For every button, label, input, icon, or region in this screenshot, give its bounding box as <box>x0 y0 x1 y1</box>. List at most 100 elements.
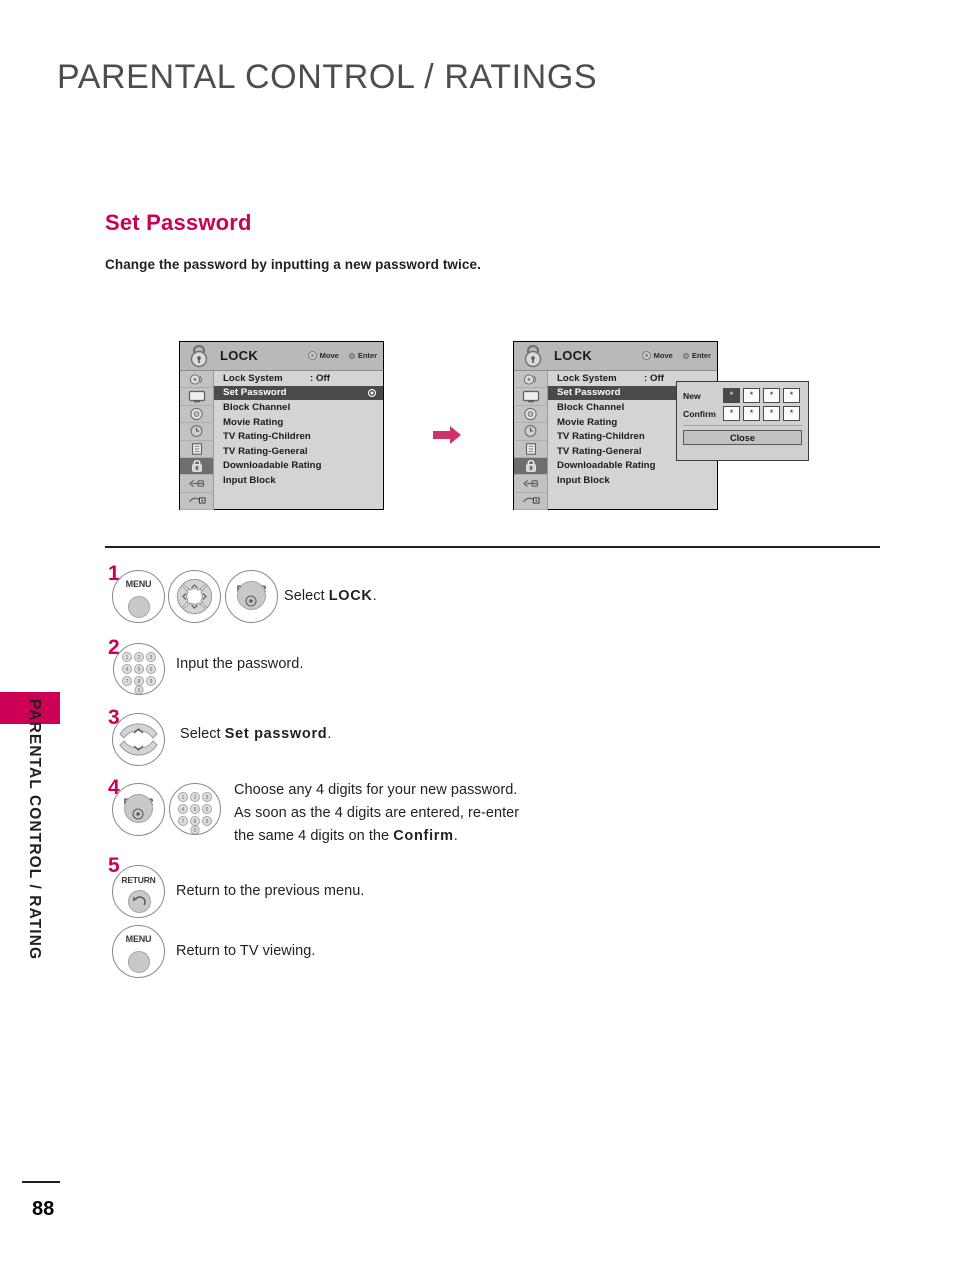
menu-button[interactable]: MENU <box>112 925 165 978</box>
dpad-button[interactable] <box>168 570 221 623</box>
dpad-icon <box>176 578 213 615</box>
menu-item-value: : Off <box>644 372 664 384</box>
audio-icon[interactable] <box>180 371 213 389</box>
menu-button-label: MENU <box>125 579 152 589</box>
menu-item-input-block[interactable]: Input Block <box>214 473 383 488</box>
return-button[interactable]: RETURN <box>112 865 165 918</box>
lock-icon <box>524 345 542 368</box>
osd-hint-move-label: Move <box>319 351 339 360</box>
enter-button[interactable]: ENTER <box>112 783 165 836</box>
password-new-cell-2[interactable]: * <box>743 388 760 403</box>
step-4-line-3-pre: the same 4 digits on the <box>234 828 394 844</box>
osd-menu-list: Lock System : Off Set Password Block Cha… <box>214 371 383 510</box>
password-new-cell-1[interactable]: * <box>723 388 740 403</box>
setup-gear-icon[interactable] <box>514 406 547 424</box>
svg-text:6: 6 <box>206 807 209 813</box>
step-3-text-pre: Select <box>180 726 225 742</box>
svg-text:6: 6 <box>150 667 153 673</box>
footer-rule <box>22 1181 60 1183</box>
osd-lock-menu-before: LOCK Move Enter Lock System: Off Set Pa… <box>179 341 384 511</box>
svg-text:0: 0 <box>138 688 141 694</box>
lock-icon[interactable] <box>514 457 547 476</box>
password-new-cell-3[interactable]: * <box>763 388 780 403</box>
picture-icon[interactable] <box>180 388 213 406</box>
menu-item-tv-rating-general[interactable]: TV Rating-General <box>214 444 383 459</box>
enter-button[interactable]: ENTER <box>225 570 278 623</box>
step-2-text: Input the password. <box>176 653 304 676</box>
osd-hint-move: Move <box>307 351 339 360</box>
svg-text:0: 0 <box>194 828 197 834</box>
password-confirm-cell-3[interactable]: * <box>763 406 780 421</box>
content-divider <box>105 546 880 548</box>
menu-item-downloadable-rating[interactable]: Downloadable Rating <box>214 459 383 474</box>
password-confirm-cell-4[interactable]: * <box>783 406 800 421</box>
menu-item-input-block[interactable]: Input Block <box>548 473 717 488</box>
number-keypad-button[interactable]: 1 2 3 4 5 6 7 8 9 0 <box>113 643 165 695</box>
menu-item-label: Set Password <box>557 387 621 399</box>
step-4-line-2: As soon as the 4 digits are entered, re-… <box>234 805 520 821</box>
radio-indicator-icon <box>368 388 376 397</box>
step-4-text: Choose any 4 digits for your new passwor… <box>234 779 564 848</box>
page-number: 88 <box>32 1198 55 1220</box>
option-icon[interactable] <box>180 441 213 458</box>
menu-item-set-password[interactable]: Set Password <box>214 385 383 401</box>
input-icon[interactable] <box>180 475 213 493</box>
number-keypad-icon: 1 2 3 4 5 6 7 8 9 0 <box>177 791 213 834</box>
password-confirm-row: Confirm * * * * <box>683 406 802 421</box>
menu-item-label: Movie Rating <box>557 416 618 428</box>
number-keypad-icon: 1 2 3 4 5 6 7 8 9 0 <box>121 651 157 694</box>
menu-item-label: Block Channel <box>557 401 625 413</box>
number-keypad-button[interactable]: 1 2 3 4 5 6 7 8 9 0 <box>169 783 221 835</box>
setup-gear-icon[interactable] <box>180 406 213 424</box>
password-new-row: New * * * * <box>683 388 802 403</box>
time-icon[interactable] <box>180 423 213 441</box>
osd-hint-enter-label: Enter <box>357 351 377 360</box>
step-1-text: Select LOCK. <box>284 585 377 608</box>
osd-hint-enter: Enter <box>682 351 711 360</box>
dialog-separator <box>683 425 802 426</box>
password-new-label: New <box>683 390 701 401</box>
menu-item-label: Input Block <box>223 474 276 486</box>
svg-text:4: 4 <box>126 667 129 673</box>
menu-item-label: Downloadable Rating <box>557 460 656 472</box>
up-down-button[interactable] <box>112 713 165 766</box>
time-icon[interactable] <box>514 423 547 441</box>
step-6-text-pre: Return to TV viewing. <box>176 943 316 959</box>
osd-icon-rail <box>180 371 214 511</box>
osd-header: LOCK Move Enter <box>514 342 717 371</box>
menu-item-label: Lock System <box>557 372 617 384</box>
step-5-text: Return to the previous menu. <box>176 880 364 903</box>
right-arrow-icon <box>433 426 461 444</box>
usb-icon[interactable] <box>180 493 213 511</box>
svg-text:8: 8 <box>138 679 141 685</box>
password-confirm-cell-1[interactable]: * <box>723 406 740 421</box>
svg-text:5: 5 <box>194 807 197 813</box>
step-4-line-3: the same 4 digits on the Confirm. <box>234 825 564 848</box>
svg-text:2: 2 <box>194 795 197 801</box>
page-title: PARENTAL CONTROL / RATINGS <box>57 58 598 96</box>
picture-icon[interactable] <box>514 388 547 406</box>
audio-icon[interactable] <box>514 371 547 389</box>
close-button[interactable]: Close <box>683 430 802 445</box>
lock-icon[interactable] <box>180 457 213 476</box>
menu-item-block-channel[interactable]: Block Channel <box>214 400 383 415</box>
menu-item-movie-rating[interactable]: Movie Rating <box>214 415 383 430</box>
osd-hint-enter-label: Enter <box>691 351 711 360</box>
return-arrow-icon <box>133 896 146 906</box>
step-4-line-3-post: . <box>453 828 458 844</box>
usb-icon[interactable] <box>514 493 547 511</box>
up-down-arrows-icon <box>119 723 158 756</box>
password-confirm-label: Confirm <box>683 408 716 419</box>
svg-text:8: 8 <box>194 819 197 825</box>
input-icon[interactable] <box>514 475 547 493</box>
option-icon[interactable] <box>514 441 547 458</box>
step-2-text-pre: Input the password. <box>176 656 304 672</box>
menu-item-lock-system[interactable]: Lock System : Off <box>214 371 383 386</box>
menu-item-tv-rating-children[interactable]: TV Rating-Children <box>214 429 383 444</box>
menu-button[interactable]: MENU <box>112 570 165 623</box>
osd-header: LOCK Move Enter <box>180 342 383 371</box>
menu-item-label: TV Rating-General <box>557 445 642 457</box>
menu-item-label: Downloadable Rating <box>223 460 322 472</box>
password-confirm-cell-2[interactable]: * <box>743 406 760 421</box>
password-new-cell-4[interactable]: * <box>783 388 800 403</box>
